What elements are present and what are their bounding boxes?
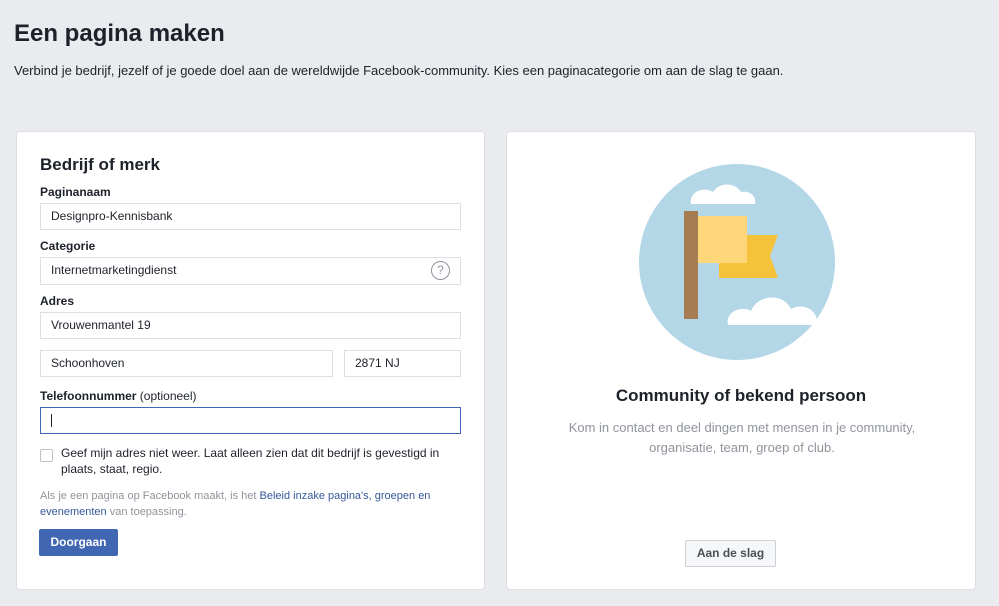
help-icon[interactable]: ? (431, 261, 450, 280)
text-caret (51, 414, 52, 428)
address-label: Adres (40, 294, 75, 308)
page-name-input[interactable]: Designpro-Kennisbank (40, 203, 461, 230)
postal-code-input[interactable]: 2871 NJ (344, 350, 461, 377)
business-card: Bedrijf of merk Paginanaam Designpro-Ken… (16, 131, 485, 590)
policy-notice: Als je een pagina op Facebook maakt, is … (40, 488, 470, 520)
flag-illustration (639, 164, 835, 360)
page-name-label: Paginanaam (40, 185, 111, 199)
community-card-description: Kom in contact en deel dingen met mensen… (568, 420, 916, 455)
page-subtitle: Verbind je bedrijf, jezelf of je goede d… (14, 63, 784, 78)
continue-button[interactable]: Doorgaan (39, 529, 118, 556)
start-button[interactable]: Aan de slag (685, 540, 776, 567)
page-title: Een pagina maken (14, 20, 225, 47)
phone-label-text: Telefoonnummer (40, 389, 137, 403)
category-value: Internetmarketingdienst (51, 263, 177, 277)
community-card-title: Community of bekend persoon (615, 386, 867, 405)
city-input[interactable]: Schoonhoven (40, 350, 333, 377)
hide-address-text: Geef mijn adres niet weer. Laat alleen z… (61, 446, 440, 476)
phone-optional-text: (optioneel) (139, 389, 197, 403)
business-card-title: Bedrijf of merk (40, 155, 160, 174)
community-card: Community of bekend persoon Kom in conta… (506, 131, 976, 590)
hide-address-checkbox[interactable] (40, 449, 53, 462)
flag-pole (684, 211, 698, 319)
category-label: Categorie (40, 239, 96, 253)
policy-suffix: van toepassing. (106, 506, 187, 518)
policy-prefix: Als je een pagina op Facebook maakt, is … (40, 490, 260, 502)
phone-label: Telefoonnummer (optioneel) (40, 389, 197, 403)
street-input[interactable]: Vrouwenmantel 19 (40, 312, 461, 339)
phone-input[interactable] (40, 407, 461, 434)
category-input[interactable]: Internetmarketingdienst ? (40, 257, 461, 285)
flag-front (698, 216, 747, 263)
